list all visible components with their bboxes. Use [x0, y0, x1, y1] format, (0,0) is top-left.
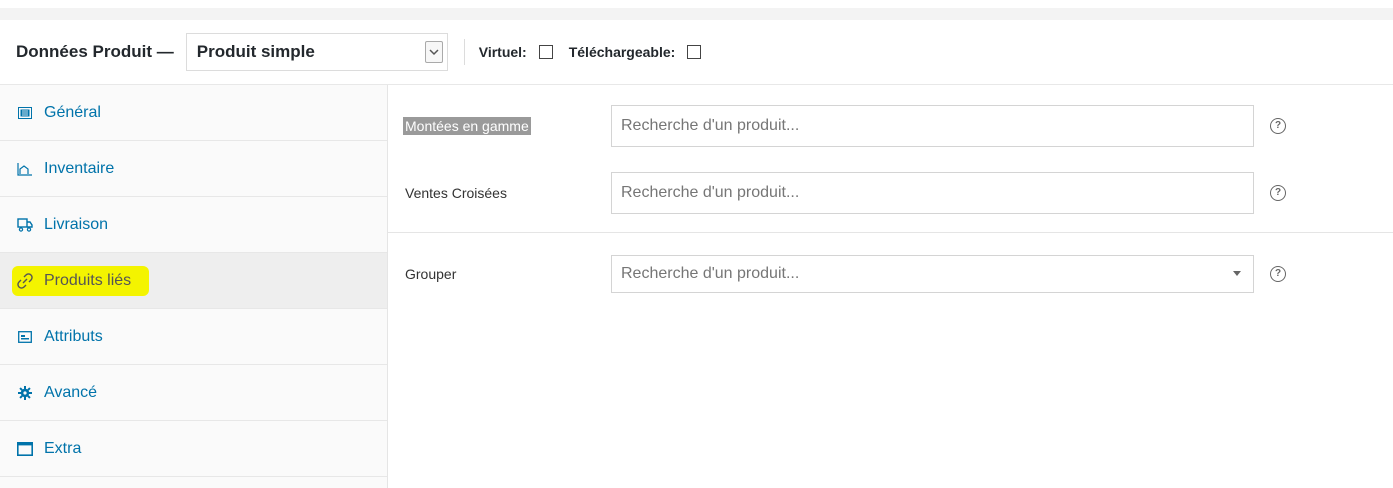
- help-icon[interactable]: ?: [1270, 185, 1286, 201]
- tab-attributes-label: Attributs: [44, 327, 103, 345]
- grouped-placeholder: Recherche d'un produit...: [621, 265, 800, 282]
- tab-extra-label: Extra: [44, 439, 82, 457]
- tab-shipping[interactable]: Livraison: [0, 197, 387, 253]
- window-icon: [16, 440, 34, 458]
- gear-icon: [16, 384, 34, 402]
- chevron-down-icon[interactable]: [424, 41, 443, 63]
- grouped-select[interactable]: Recherche d'un produit...: [611, 255, 1254, 293]
- link-icon: [16, 272, 34, 290]
- product-data-header: Données Produit — Produit simple Virtuel…: [0, 20, 1393, 85]
- caret-down-icon[interactable]: [1233, 271, 1241, 276]
- tab-linked-products-label: Produits liés: [44, 271, 132, 289]
- tab-extra[interactable]: Extra: [0, 421, 387, 477]
- top-bar: [0, 0, 1393, 20]
- section-divider: [388, 232, 1393, 233]
- product-type-select[interactable]: Produit simple: [185, 33, 448, 71]
- tab-linked-products[interactable]: Produits liés: [0, 253, 387, 309]
- tab-advanced[interactable]: Avancé: [0, 365, 387, 421]
- grouped-label: Grouper: [405, 266, 457, 282]
- tab-shipping-label: Livraison: [44, 215, 109, 233]
- highlight-marker: Produits liés: [12, 265, 150, 296]
- linked-products-panel: Montées en gamme Recherche d'un produit.…: [388, 85, 1393, 488]
- downloadable-label: Téléchargeable:: [568, 44, 676, 60]
- virtual-label: Virtuel:: [478, 44, 527, 60]
- help-icon[interactable]: ?: [1270, 118, 1286, 134]
- virtual-checkbox[interactable]: [538, 45, 553, 59]
- crosssells-row: Ventes Croisées Recherche d'un produit..…: [388, 172, 1393, 214]
- tab-advanced-label: Avancé: [44, 383, 98, 401]
- crosssells-input[interactable]: Recherche d'un produit...: [611, 172, 1254, 214]
- tab-general[interactable]: Général: [0, 85, 387, 141]
- product-type-value: Produit simple: [196, 42, 315, 61]
- upsells-input[interactable]: Recherche d'un produit...: [611, 105, 1254, 147]
- attributes-icon: [16, 328, 34, 346]
- downloadable-checkbox[interactable]: [687, 45, 702, 59]
- top-strip: [0, 8, 1393, 20]
- help-icon[interactable]: ?: [1270, 266, 1286, 282]
- panel-title: Données Produit —: [16, 42, 174, 61]
- inventory-icon: [16, 160, 34, 178]
- truck-icon: [16, 216, 34, 234]
- product-tabs-sidebar: Général Inventaire Livraison Produits li…: [0, 85, 388, 488]
- tab-attributes[interactable]: Attributs: [0, 309, 387, 365]
- tab-general-label: Général: [44, 103, 101, 121]
- grouped-row: Grouper Recherche d'un produit... ?: [388, 253, 1393, 295]
- tab-inventory[interactable]: Inventaire: [0, 141, 387, 197]
- tab-inventory-label: Inventaire: [44, 159, 115, 177]
- crosssells-label: Ventes Croisées: [405, 185, 507, 201]
- upsells-label: Montées en gamme: [403, 117, 531, 135]
- upsells-row: Montées en gamme Recherche d'un produit.…: [388, 105, 1393, 147]
- header-divider: [463, 39, 465, 65]
- general-icon: [16, 104, 34, 122]
